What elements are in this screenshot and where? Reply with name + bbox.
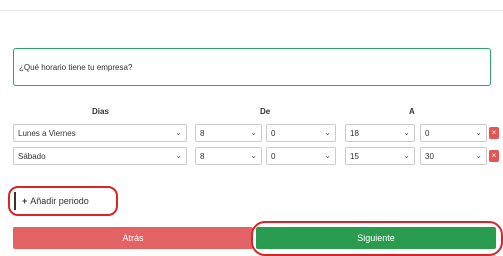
question-label: ¿Qué horario tiene tu empresa? xyxy=(19,62,133,72)
chevron-down-icon: ⌄ xyxy=(250,128,257,137)
day-select-value: Lunes a Viernes xyxy=(18,128,76,138)
to-minute-select-row2[interactable]: 30 ⌄ xyxy=(420,147,487,165)
chevron-down-icon: ⌄ xyxy=(403,151,410,160)
add-period-button[interactable]: + Añadir periodo xyxy=(14,190,114,212)
to-hour-select-row2[interactable]: 15 ⌄ xyxy=(345,147,415,165)
plus-icon: + xyxy=(22,196,28,206)
chevron-down-icon: ⌄ xyxy=(403,128,410,137)
day-select-value: Sábado xyxy=(18,151,46,161)
to-minute-value: 30 xyxy=(425,151,434,161)
chevron-down-icon: ⌄ xyxy=(175,151,182,160)
next-label: Siguiente xyxy=(357,233,395,243)
day-select-row2[interactable]: Sábado ⌄ xyxy=(13,147,187,165)
chevron-down-icon: ⌄ xyxy=(250,151,257,160)
from-minute-select-row1[interactable]: 0 ⌄ xyxy=(266,124,336,142)
chevron-down-icon: ⌄ xyxy=(324,151,331,160)
back-label: Atrás xyxy=(122,233,144,243)
from-minute-value: 0 xyxy=(271,151,276,161)
question-field[interactable]: ¿Qué horario tiene tu empresa? xyxy=(13,48,491,86)
from-hour-select-row2[interactable]: 8 ⌄ xyxy=(195,147,262,165)
next-button[interactable]: Siguiente xyxy=(256,227,496,249)
back-button[interactable]: Atrás xyxy=(13,227,253,249)
chevron-down-icon: ⌄ xyxy=(475,151,482,160)
from-hour-value: 8 xyxy=(200,128,205,138)
chevron-down-icon: ⌄ xyxy=(475,128,482,137)
to-minute-select-row1[interactable]: 0 ⌄ xyxy=(420,124,487,142)
to-hour-value: 15 xyxy=(350,151,359,161)
delete-row-button[interactable]: × xyxy=(489,150,499,162)
from-minute-select-row2[interactable]: 0 ⌄ xyxy=(266,147,336,165)
accent-bar xyxy=(14,192,16,210)
to-header: A xyxy=(409,107,415,116)
from-minute-value: 0 xyxy=(271,128,276,138)
chevron-down-icon: ⌄ xyxy=(324,128,331,137)
day-select-row1[interactable]: Lunes a Viernes ⌄ xyxy=(13,124,187,142)
add-period-label: Añadir periodo xyxy=(30,196,89,206)
from-header: De xyxy=(260,107,271,116)
from-hour-value: 8 xyxy=(200,151,205,161)
to-minute-value: 0 xyxy=(425,128,430,138)
top-divider xyxy=(0,10,503,11)
from-hour-select-row1[interactable]: 8 ⌄ xyxy=(195,124,262,142)
to-hour-select-row1[interactable]: 18 ⌄ xyxy=(345,124,415,142)
to-hour-value: 18 xyxy=(350,128,359,138)
chevron-down-icon: ⌄ xyxy=(175,128,182,137)
days-header: Dias xyxy=(92,107,109,116)
delete-row-button[interactable]: × xyxy=(489,127,499,139)
